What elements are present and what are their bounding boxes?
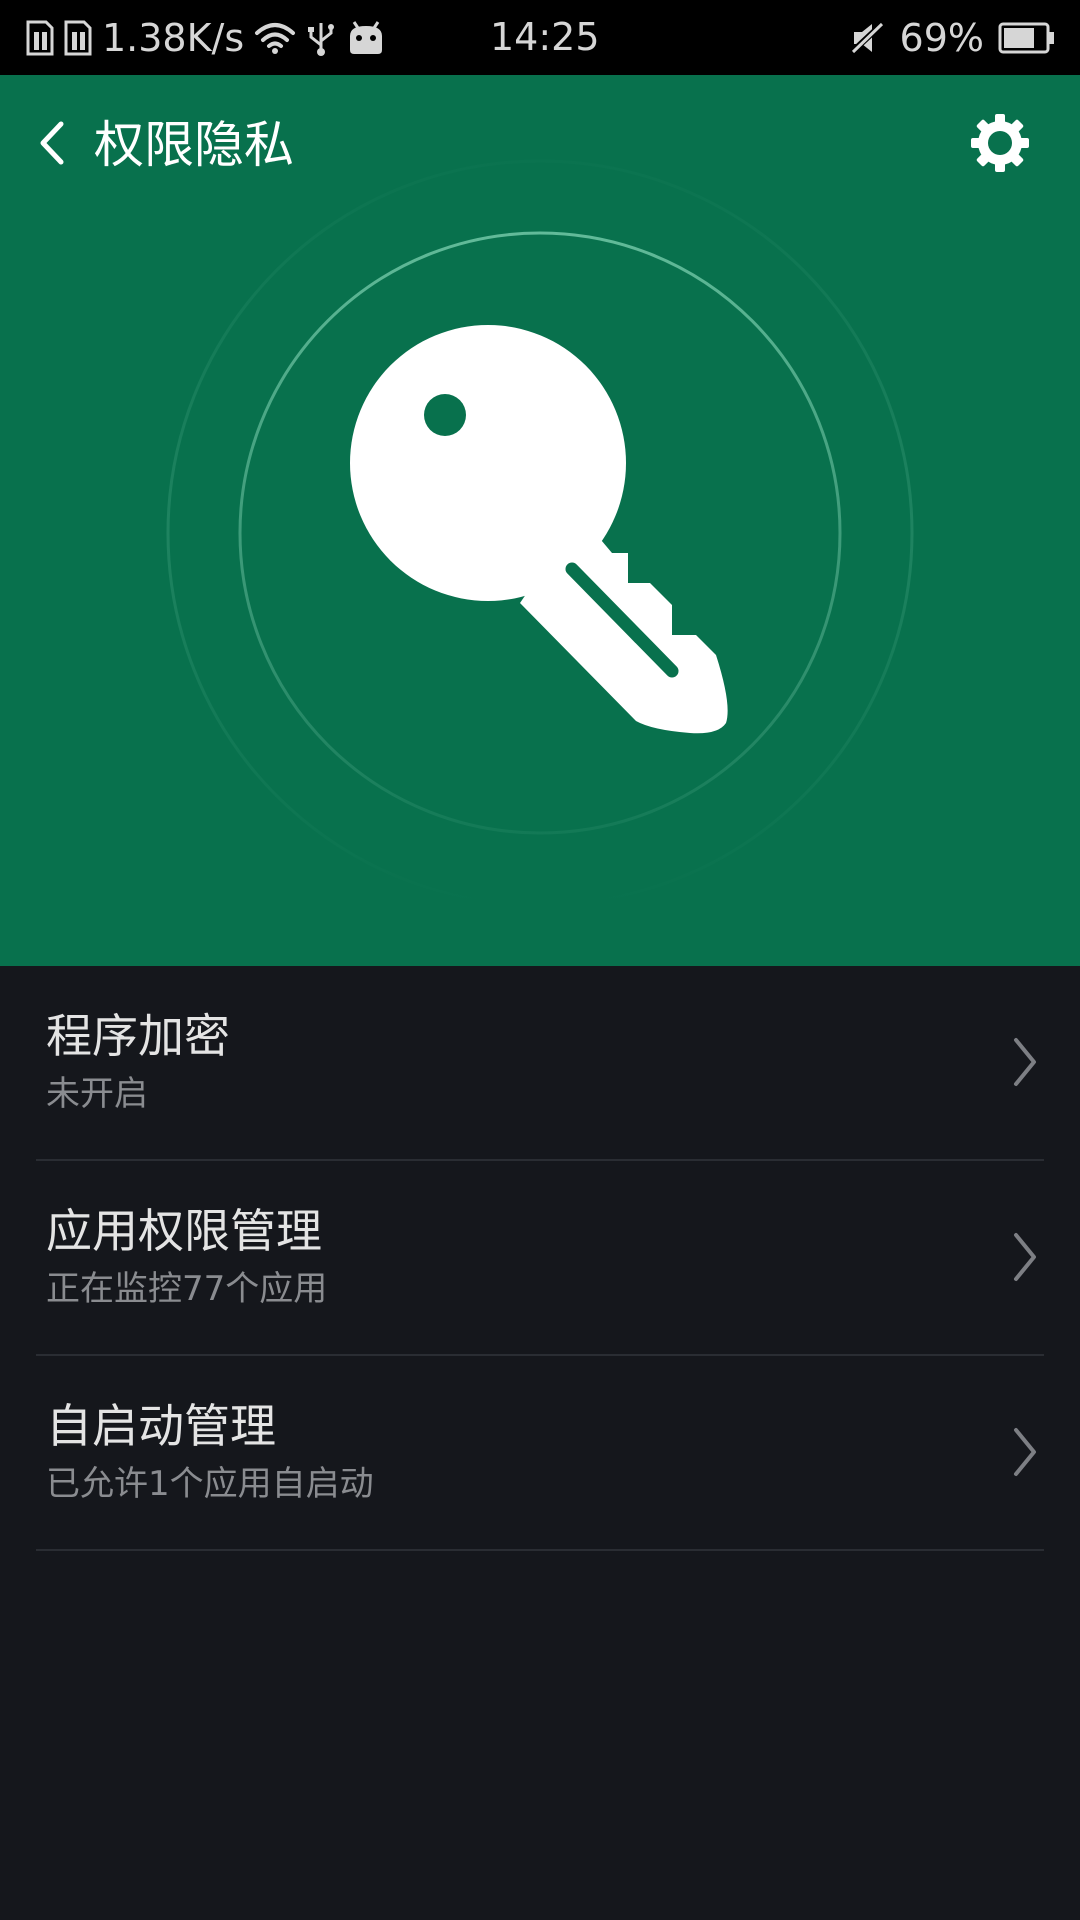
key-icon — [350, 325, 728, 734]
usb-icon — [306, 19, 336, 57]
list-item-title: 应用权限管理 — [46, 1204, 322, 1258]
status-bar: 1.38K/s 14:25 69% — [0, 0, 1080, 75]
battery-icon — [998, 22, 1056, 54]
mute-icon — [849, 20, 886, 56]
sim-1-icon — [26, 20, 54, 56]
settings-list: 程序加密 未开启 应用权限管理 正在监控77个应用 自启动管理 已允许1个应用自… — [0, 966, 1080, 1551]
list-item-subtitle: 已允许1个应用自启动 — [46, 1464, 374, 1504]
status-bar-right: 69% — [849, 0, 1056, 75]
wifi-icon — [254, 21, 296, 55]
chevron-right-icon — [1004, 1227, 1044, 1287]
status-time: 14:25 — [490, 15, 600, 59]
list-item-app-permissions[interactable]: 应用权限管理 正在监控77个应用 — [36, 1161, 1044, 1356]
chevron-right-icon — [1004, 1032, 1044, 1092]
hero-header: 权限隐私 — [0, 75, 1080, 966]
screen: 1.38K/s 14:25 69% 权限隐私 程序加密 未开启 应用权限管理 正… — [0, 0, 1080, 1920]
list-item-title: 自启动管理 — [46, 1399, 276, 1453]
battery-percent: 69% — [899, 15, 984, 60]
list-item-app-encryption[interactable]: 程序加密 未开启 — [36, 966, 1044, 1161]
list-item-title: 程序加密 — [46, 1009, 230, 1063]
list-item-subtitle: 正在监控77个应用 — [46, 1269, 328, 1309]
status-bar-left: 1.38K/s — [26, 0, 386, 75]
list-item-subtitle: 未开启 — [46, 1074, 148, 1114]
chevron-right-icon — [1004, 1422, 1044, 1482]
sim-2-icon — [64, 20, 92, 56]
android-icon — [346, 20, 386, 56]
network-speed: 1.38K/s — [102, 15, 245, 60]
list-item-autostart[interactable]: 自启动管理 已允许1个应用自启动 — [36, 1356, 1044, 1551]
